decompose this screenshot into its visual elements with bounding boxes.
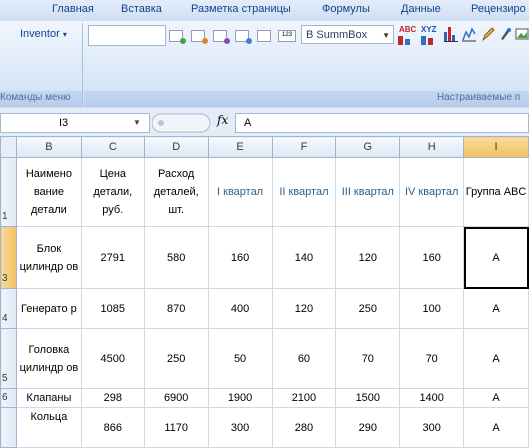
- table-cell[interactable]: Блок цилиндр ов: [15, 226, 82, 289]
- toolbar-button-purple[interactable]: [213, 30, 230, 44]
- table-cell[interactable]: 580: [143, 226, 209, 289]
- table-cell[interactable]: A: [463, 407, 529, 448]
- table-cell[interactable]: A: [463, 288, 529, 329]
- table-cell[interactable]: 6900: [143, 388, 209, 408]
- table-cell[interactable]: 290: [335, 407, 401, 448]
- table-cell[interactable]: Наимено вание детали: [15, 157, 82, 227]
- column-header-i[interactable]: I: [463, 136, 529, 158]
- ribbon-tab-bar: Главная Вставка Разметка страницы Формул…: [0, 0, 529, 21]
- name-box-dropdown-icon[interactable]: ▼: [133, 118, 141, 127]
- table-cell[interactable]: A: [463, 328, 529, 389]
- formula-bar-splitter[interactable]: [152, 113, 212, 133]
- toolbar-input-box[interactable]: [88, 25, 166, 46]
- table-cell[interactable]: 60: [271, 328, 337, 389]
- group-commands-caption: Команды меню: [0, 92, 71, 103]
- column-header-d[interactable]: D: [143, 136, 209, 158]
- column-header-e[interactable]: E: [207, 136, 273, 158]
- table-cell[interactable]: II квартал: [271, 157, 337, 227]
- name-box[interactable]: I3: [0, 113, 150, 133]
- formula-input[interactable]: A: [235, 113, 529, 133]
- table-cell[interactable]: Клапаны: [15, 388, 82, 408]
- table-cell[interactable]: 1400: [399, 388, 465, 408]
- column-header-h[interactable]: H: [399, 136, 465, 158]
- table-cell[interactable]: 250: [335, 288, 401, 329]
- toolbar-button-format[interactable]: 123: [278, 30, 296, 42]
- table-cell[interactable]: 1170: [143, 407, 209, 448]
- table-cell[interactable]: Расход деталей, шт.: [143, 157, 209, 227]
- table-cell[interactable]: A: [463, 388, 529, 408]
- table-cell[interactable]: 400: [207, 288, 273, 329]
- table-cell[interactable]: Кольца: [15, 407, 82, 448]
- pen-icon[interactable]: [481, 26, 495, 42]
- spreadsheet-grid: B C D E F G H I 1 Наимено вание детали Ц…: [0, 136, 529, 448]
- tab-page-layout[interactable]: Разметка страницы: [191, 3, 291, 15]
- row-header[interactable]: [0, 407, 17, 448]
- select-all-corner[interactable]: [0, 136, 17, 158]
- toolbar-button-blue[interactable]: [235, 30, 252, 44]
- table-cell[interactable]: III квартал: [335, 157, 401, 227]
- toolbar-button-blank[interactable]: [257, 30, 271, 42]
- table-cell[interactable]: 120: [271, 288, 337, 329]
- xyz-icon[interactable]: XYZ: [421, 26, 437, 34]
- brush-icon[interactable]: [498, 26, 512, 42]
- table-cell[interactable]: Генерато р: [15, 288, 82, 329]
- table-cell[interactable]: 298: [80, 388, 145, 408]
- table-cell[interactable]: 870: [143, 288, 209, 329]
- row-header[interactable]: 6: [0, 388, 17, 408]
- ribbon: Inventor ▾ 123 B SummBox ▼ ABC XYZ Команд…: [0, 21, 529, 109]
- bar-chart-icon[interactable]: [444, 26, 458, 42]
- table-cell[interactable]: 70: [399, 328, 465, 389]
- line-chart-icon[interactable]: [462, 26, 476, 42]
- table-cell[interactable]: IV квартал: [399, 157, 465, 227]
- image-icon[interactable]: [515, 26, 529, 42]
- column-header-f[interactable]: F: [271, 136, 337, 158]
- table-cell[interactable]: 160: [399, 226, 465, 289]
- table-cell[interactable]: 300: [399, 407, 465, 448]
- tab-formulas[interactable]: Формулы: [322, 3, 370, 15]
- table-cell[interactable]: 1500: [335, 388, 401, 408]
- table-cell[interactable]: 1900: [207, 388, 273, 408]
- tab-home[interactable]: Главная: [52, 3, 94, 15]
- font-combo[interactable]: B SummBox ▼: [301, 25, 394, 44]
- table-cell[interactable]: I квартал: [207, 157, 273, 227]
- group-custom-caption: Настраиваемые п: [437, 92, 521, 103]
- dropdown-arrow-icon: ▾: [62, 30, 67, 39]
- abc-icon[interactable]: ABC: [399, 26, 416, 34]
- inventor-menu-button[interactable]: Inventor ▾: [20, 28, 67, 40]
- column-header-c[interactable]: C: [80, 136, 145, 158]
- table-cell[interactable]: 70: [335, 328, 401, 389]
- tab-insert[interactable]: Вставка: [121, 3, 162, 15]
- table-cell[interactable]: 280: [271, 407, 337, 448]
- table-cell[interactable]: 160: [207, 226, 273, 289]
- table-cell[interactable]: 140: [271, 226, 337, 289]
- table-cell[interactable]: 300: [207, 407, 273, 448]
- row-header[interactable]: 1: [0, 157, 17, 227]
- column-header-b[interactable]: B: [15, 136, 82, 158]
- dropdown-arrow-icon: ▼: [382, 31, 390, 40]
- table-cell[interactable]: Головка цилиндр ов: [15, 328, 82, 389]
- table-cell[interactable]: 1085: [80, 288, 145, 329]
- tab-review[interactable]: Рецензиро: [471, 3, 526, 15]
- column-header-g[interactable]: G: [335, 136, 401, 158]
- table-cell[interactable]: 2791: [80, 226, 145, 289]
- table-cell[interactable]: Цена детали, руб.: [80, 157, 145, 227]
- tab-data[interactable]: Данные: [401, 3, 441, 15]
- table-cell[interactable]: 50: [207, 328, 273, 389]
- selected-cell[interactable]: A: [463, 226, 529, 289]
- table-cell[interactable]: 2100: [271, 388, 337, 408]
- table-cell[interactable]: 250: [143, 328, 209, 389]
- group-separator: [82, 23, 83, 107]
- toolbar-button-orange[interactable]: [191, 30, 208, 44]
- row-header[interactable]: 3: [0, 226, 17, 289]
- table-cell[interactable]: 866: [80, 407, 145, 448]
- row-header[interactable]: 4: [0, 288, 17, 329]
- toolbar-button-green[interactable]: [169, 30, 186, 44]
- table-cell[interactable]: 120: [335, 226, 401, 289]
- table-cell[interactable]: Группа ABC: [463, 157, 529, 227]
- table-cell[interactable]: 100: [399, 288, 465, 329]
- fx-icon[interactable]: fx: [217, 113, 228, 127]
- row-header[interactable]: 5: [0, 328, 17, 389]
- table-cell[interactable]: 4500: [80, 328, 145, 389]
